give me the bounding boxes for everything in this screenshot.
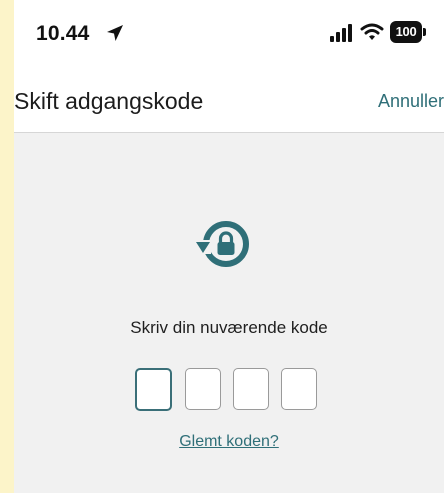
battery-icon: 100 <box>390 21 428 43</box>
page-title: Skift adgangskode <box>14 88 204 114</box>
status-time: 10.44 <box>36 22 90 45</box>
battery-nub <box>423 28 426 36</box>
cancel-button[interactable]: Annuller <box>378 91 444 112</box>
cellular-signal-icon <box>330 24 352 42</box>
forgot-passcode-link[interactable]: Glemt koden? <box>14 433 444 451</box>
location-arrow-icon <box>107 25 123 41</box>
pin-digit-4[interactable] <box>281 368 317 410</box>
battery-level: 100 <box>390 21 422 43</box>
reset-lock-icon <box>196 221 249 267</box>
phone-screen: 10.44 100 Skift adgangskode Annuller Skr… <box>14 0 444 493</box>
wifi-icon <box>360 23 384 40</box>
change-passcode-content: Skriv din nuværende kode Glemt koden? <box>14 133 444 493</box>
pin-digit-1[interactable] <box>135 368 172 411</box>
status-bar: 10.44 100 <box>14 0 444 76</box>
passcode-prompt: Skriv din nuværende kode <box>130 318 328 337</box>
pin-digit-3[interactable] <box>233 368 269 410</box>
navigation-bar: Skift adgangskode Annuller <box>14 76 444 133</box>
passcode-input[interactable] <box>135 368 321 411</box>
pin-digit-2[interactable] <box>185 368 221 410</box>
